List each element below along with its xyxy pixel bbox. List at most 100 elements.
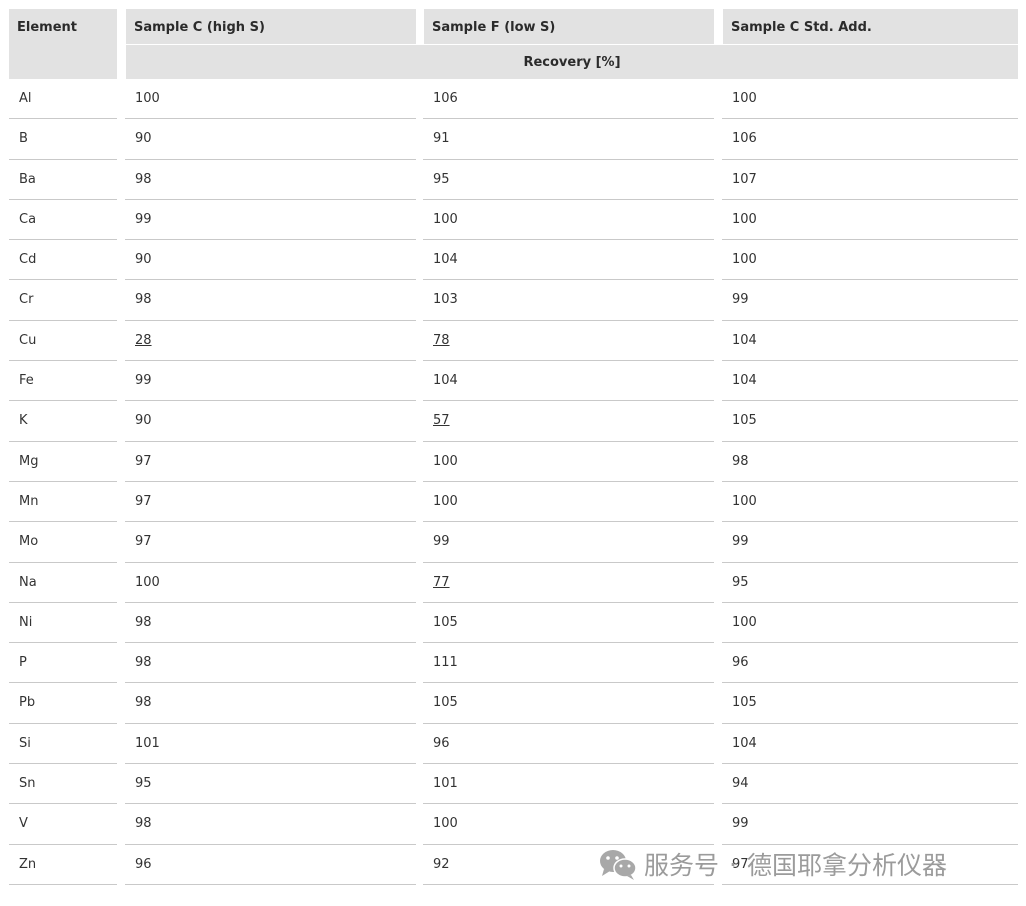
cell-element: Ni bbox=[9, 603, 117, 644]
cell-sample-f: 77 bbox=[423, 563, 714, 603]
cell-sample-c-value: 98 bbox=[135, 816, 152, 832]
cell-sample-f: 57 bbox=[423, 401, 714, 442]
cell-sample-c-std-add: 104 bbox=[722, 361, 1018, 402]
cell-sample-f-value: 105 bbox=[433, 614, 458, 630]
cell-element: Cu bbox=[9, 321, 117, 362]
cell-sample-f: 91 bbox=[423, 119, 714, 160]
cell-sample-c-std-add: 96 bbox=[722, 643, 1018, 684]
table-row: Fe 99 104 104 bbox=[9, 361, 1018, 402]
cell-sample-c: 98 bbox=[125, 280, 416, 321]
cell-sample-c-std-add-value: 99 bbox=[732, 816, 749, 832]
watermark-right-text: 德国耶拿分析仪器 bbox=[746, 851, 947, 880]
cell-sample-f-value: 91 bbox=[433, 131, 450, 147]
recovery-table: Element Sample C (high S) Sample F (low … bbox=[9, 9, 1018, 885]
header-sample-c-std-add: Sample C Std. Add. bbox=[723, 9, 1018, 44]
cell-sample-c-value: 28 bbox=[135, 332, 152, 348]
cell-sample-c-std-add-value: 104 bbox=[732, 373, 757, 389]
cell-sample-c: 90 bbox=[125, 401, 416, 442]
cell-sample-f-value: 104 bbox=[433, 252, 458, 268]
cell-element-value: Ba bbox=[19, 171, 36, 187]
cell-sample-c-std-add-value: 100 bbox=[732, 614, 757, 630]
cell-element-value: Si bbox=[19, 735, 31, 751]
cell-element-value: Ni bbox=[19, 614, 33, 630]
cell-sample-c-value: 97 bbox=[135, 493, 152, 509]
cell-sample-c-value: 100 bbox=[135, 574, 160, 590]
header-sample-f: Sample F (low S) bbox=[424, 9, 714, 44]
table-row: Mn 97 100 100 bbox=[9, 482, 1018, 523]
cell-sample-c-std-add: 95 bbox=[722, 563, 1018, 603]
cell-sample-f: 111 bbox=[423, 643, 714, 684]
table-row: B 90 91 106 bbox=[9, 119, 1018, 160]
cell-element-value: Mo bbox=[19, 534, 39, 550]
cell-sample-c-std-add-value: 95 bbox=[732, 574, 749, 590]
table-row: Si 101 96 104 bbox=[9, 724, 1018, 765]
cell-sample-c-std-add: 100 bbox=[722, 79, 1018, 120]
cell-sample-f: 101 bbox=[423, 764, 714, 805]
cell-element-value: K bbox=[19, 413, 28, 429]
cell-sample-c-std-add: 94 bbox=[722, 764, 1018, 805]
cell-element: B bbox=[9, 119, 117, 160]
cell-sample-f-value: 92 bbox=[433, 856, 450, 872]
cell-sample-c: 98 bbox=[125, 804, 416, 845]
cell-sample-f-value: 95 bbox=[433, 171, 450, 187]
cell-sample-f: 96 bbox=[423, 724, 714, 765]
cell-sample-c: 96 bbox=[125, 845, 416, 885]
cell-element: Cr bbox=[9, 280, 117, 321]
cell-element: Si bbox=[9, 724, 117, 765]
table-row: P 98 111 96 bbox=[9, 643, 1018, 684]
cell-sample-f: 95 bbox=[423, 160, 714, 200]
cell-sample-c-value: 98 bbox=[135, 171, 152, 187]
cell-element: Cd bbox=[9, 240, 117, 281]
cell-sample-c-std-add-value: 105 bbox=[732, 413, 757, 429]
cell-element-value: Pb bbox=[19, 695, 36, 711]
table-row: Na 100 77 95 bbox=[9, 563, 1018, 603]
table-row: Pb 98 105 105 bbox=[9, 683, 1018, 724]
table-row: Cr 98 103 99 bbox=[9, 280, 1018, 321]
cell-sample-c-std-add-value: 107 bbox=[732, 171, 757, 187]
cell-sample-f-value: 100 bbox=[433, 453, 458, 469]
cell-sample-c-std-add-value: 100 bbox=[732, 211, 757, 227]
cell-sample-c-value: 99 bbox=[135, 211, 152, 227]
cell-sample-f-value: 77 bbox=[433, 574, 450, 590]
cell-sample-f-value: 100 bbox=[433, 816, 458, 832]
cell-sample-c: 100 bbox=[125, 563, 416, 603]
cell-sample-c-value: 100 bbox=[135, 91, 160, 106]
cell-sample-f: 100 bbox=[423, 200, 714, 241]
cell-sample-c: 97 bbox=[125, 522, 416, 563]
cell-sample-c-std-add-value: 98 bbox=[732, 453, 749, 469]
cell-element: Mn bbox=[9, 482, 117, 523]
cell-sample-c: 28 bbox=[125, 321, 416, 362]
cell-element: Ca bbox=[9, 200, 117, 241]
cell-sample-c: 98 bbox=[125, 643, 416, 684]
cell-sample-c-std-add: 104 bbox=[722, 321, 1018, 362]
cell-element: Na bbox=[9, 563, 117, 603]
cell-sample-c-std-add: 100 bbox=[722, 482, 1018, 523]
header-recovery: Recovery [%] bbox=[126, 45, 1018, 79]
cell-sample-f-value: 78 bbox=[433, 332, 450, 348]
cell-sample-c: 97 bbox=[125, 482, 416, 523]
cell-sample-c-std-add: 100 bbox=[722, 240, 1018, 281]
cell-element: Pb bbox=[9, 683, 117, 724]
cell-sample-c: 98 bbox=[125, 160, 416, 200]
cell-sample-f-value: 99 bbox=[433, 534, 450, 550]
cell-element-value: B bbox=[19, 131, 28, 147]
cell-element-value: Ca bbox=[19, 211, 37, 227]
cell-element-value: Cr bbox=[19, 292, 34, 308]
wechat-icon bbox=[600, 850, 637, 880]
cell-sample-c-std-add: 104 bbox=[722, 724, 1018, 765]
cell-sample-f: 100 bbox=[423, 442, 714, 482]
cell-sample-f-value: 100 bbox=[433, 493, 458, 509]
cell-sample-f-value: 57 bbox=[433, 413, 450, 429]
cell-sample-c-value: 96 bbox=[135, 856, 152, 872]
watermark-left-text: 服务号 bbox=[644, 851, 720, 880]
cell-element-value: Mg bbox=[19, 453, 39, 469]
table-row: Cu 28 78 104 bbox=[9, 321, 1018, 362]
cell-sample-f-value: 100 bbox=[433, 211, 458, 227]
cell-element: K bbox=[9, 401, 117, 442]
cell-sample-c-std-add-value: 99 bbox=[732, 534, 749, 550]
cell-sample-c-std-add: 99 bbox=[722, 522, 1018, 563]
cell-sample-f: 100 bbox=[423, 804, 714, 845]
cell-sample-c-value: 98 bbox=[135, 655, 152, 671]
table-row: Sn 95 101 94 bbox=[9, 764, 1018, 805]
table-row: K 90 57 105 bbox=[9, 401, 1018, 442]
